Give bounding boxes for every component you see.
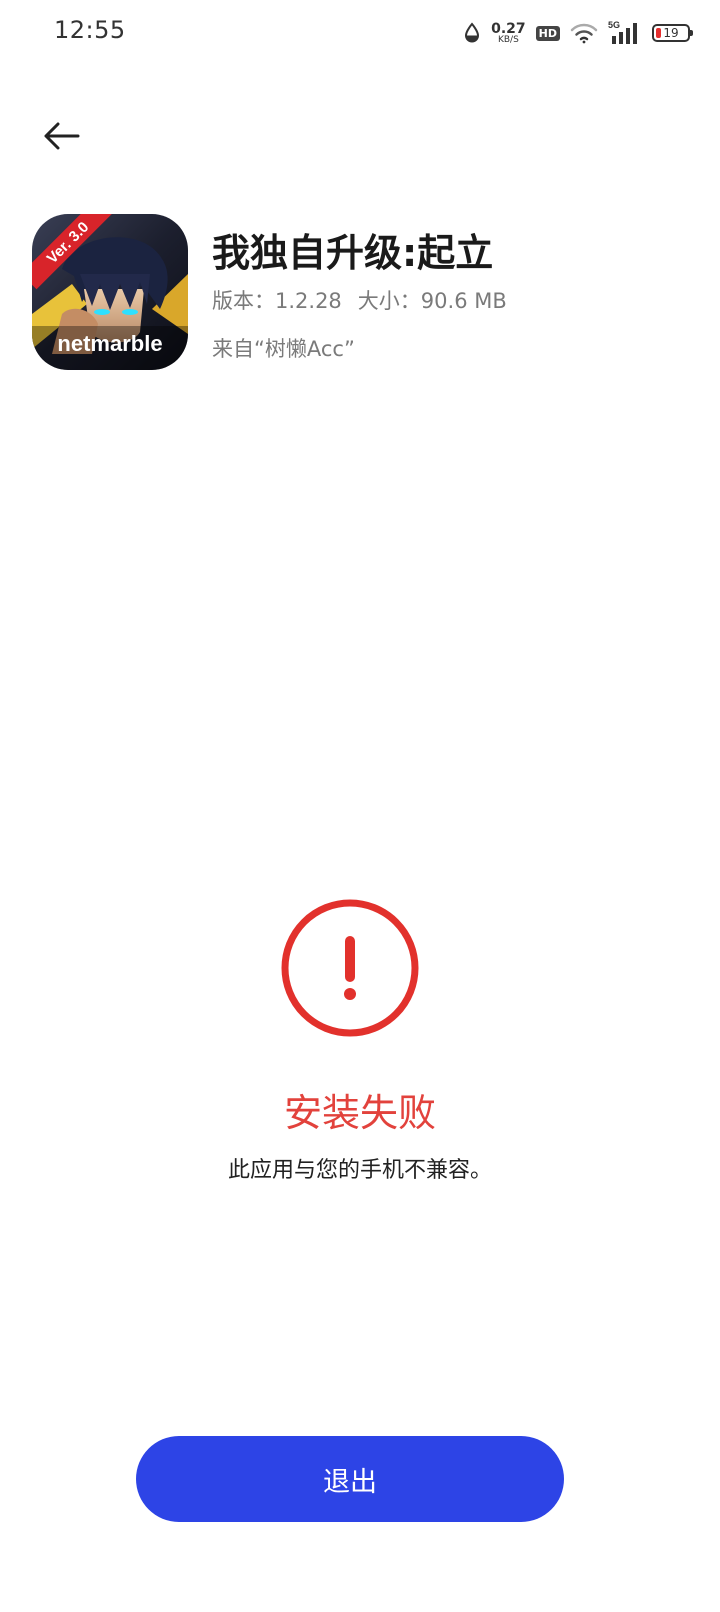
- network-speed-unit: KB/S: [497, 34, 519, 45]
- install-failed-title: 安装失败: [283, 1091, 436, 1135]
- status-icons: 0.27 KB/S HD 5G 19: [463, 18, 693, 48]
- app-version: 版本：1.2.28: [212, 289, 342, 313]
- app-icon-brand: netmarble: [57, 331, 162, 356]
- battery-level: 19: [663, 26, 679, 40]
- network-speed-value: 0.27: [491, 20, 526, 37]
- back-button[interactable]: [36, 110, 88, 162]
- status-time: 12:55: [54, 16, 126, 44]
- app-size: 大小：90.6 MB: [357, 289, 507, 313]
- app-icon: Ver. 3.0 netmarble: [32, 214, 188, 370]
- status-bar: 12:55 0.27 KB/S HD 5G 19: [0, 0, 720, 64]
- data-saver-icon: [463, 22, 481, 44]
- app-source: 来自“树懒Acc”: [212, 337, 355, 361]
- hd-badge: HD: [535, 25, 560, 41]
- install-failed-message: 此应用与您的手机不兼容。: [227, 1158, 492, 1183]
- wifi-icon: [570, 22, 598, 44]
- network-speed: 0.27 KB/S: [491, 22, 526, 45]
- error-exclamation-icon: [280, 898, 420, 1038]
- battery-icon: 19: [652, 24, 693, 42]
- signal-icon: 5G: [608, 20, 642, 46]
- exit-button[interactable]: 退出: [136, 1436, 564, 1522]
- app-meta: 版本：1.2.28 大小：90.6 MB: [212, 285, 507, 315]
- app-name: 我独自升级:起立: [212, 231, 494, 275]
- back-arrow-icon: [44, 122, 80, 150]
- network-type: 5G: [608, 20, 620, 30]
